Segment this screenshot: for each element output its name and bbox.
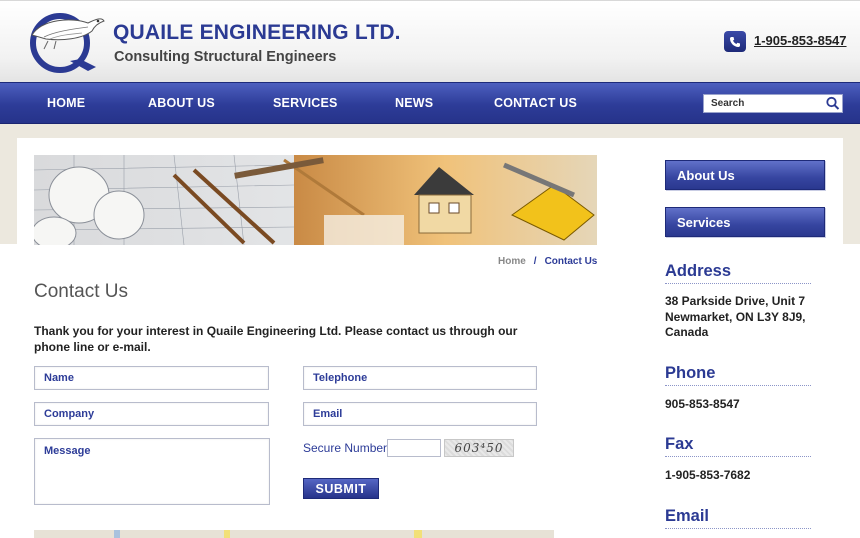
phone-number: 905-853-8547 <box>665 397 740 411</box>
captcha-image: 603⁴50 <box>444 439 514 457</box>
fax-heading: Fax <box>665 435 811 457</box>
message-field-wrap <box>34 438 270 505</box>
intro-text: Thank you for your interest in Quaile En… <box>34 324 518 354</box>
breadcrumb-separator: / <box>533 256 537 267</box>
name-field-wrap <box>34 366 269 390</box>
construction-banner-image <box>34 155 597 245</box>
breadcrumb-home[interactable]: Home <box>498 256 526 267</box>
address-line-1: 38 Parkside Drive, Unit 7 <box>665 294 806 308</box>
nav-news[interactable]: NEWS <box>395 96 433 110</box>
nav-contact-us[interactable]: CONTACT US <box>494 96 577 110</box>
email-field-wrap <box>303 402 537 426</box>
phone-icon <box>724 31 746 52</box>
breadcrumb: Home / Contact Us <box>498 256 597 267</box>
company-field[interactable] <box>35 403 268 425</box>
submit-button[interactable]: SUBMIT <box>303 478 379 499</box>
company-name: QUAILE ENGINEERING LTD. <box>113 21 401 44</box>
company-tagline: Consulting Structural Engineers <box>114 49 337 65</box>
secure-number-input[interactable] <box>387 439 441 457</box>
address-text: 38 Parkside Drive, Unit 7 Newmarket, ON … <box>665 294 825 341</box>
search-input[interactable] <box>704 95 822 112</box>
search-box <box>703 94 843 113</box>
fax-number: 1-905-853-7682 <box>665 468 751 482</box>
search-icon[interactable] <box>825 96 841 111</box>
sidebar-about-us-button[interactable]: About Us <box>665 160 825 190</box>
header-phone-link[interactable]: 1-905-853-8547 <box>754 33 847 48</box>
address-line-2: Newmarket, ON L3Y 8J9, <box>665 309 806 324</box>
address-heading: Address <box>665 262 811 284</box>
email-field[interactable] <box>304 403 536 425</box>
page-title: Contact Us <box>34 281 128 302</box>
map-embed[interactable] <box>34 530 554 538</box>
company-field-wrap <box>34 402 269 426</box>
telephone-field-wrap <box>303 366 537 390</box>
secure-number-label: Secure Number: <box>303 441 391 455</box>
nav-about-us[interactable]: ABOUT US <box>148 96 215 110</box>
quail-q-logo-icon[interactable] <box>22 9 106 73</box>
nav-home[interactable]: HOME <box>47 96 85 110</box>
telephone-field[interactable] <box>304 367 536 389</box>
email-heading: Email <box>665 507 811 529</box>
address-line-3: Canada <box>665 325 709 339</box>
name-field[interactable] <box>35 367 268 389</box>
nav-services[interactable]: SERVICES <box>273 96 338 110</box>
main-nav: HOME ABOUT US SERVICES NEWS CONTACT US <box>0 82 860 124</box>
breadcrumb-current: Contact Us <box>544 256 598 267</box>
site-header: QUAILE ENGINEERING LTD. Consulting Struc… <box>0 0 860 82</box>
sidebar-services-button[interactable]: Services <box>665 207 825 237</box>
phone-heading: Phone <box>665 364 811 386</box>
message-field[interactable] <box>35 439 269 504</box>
